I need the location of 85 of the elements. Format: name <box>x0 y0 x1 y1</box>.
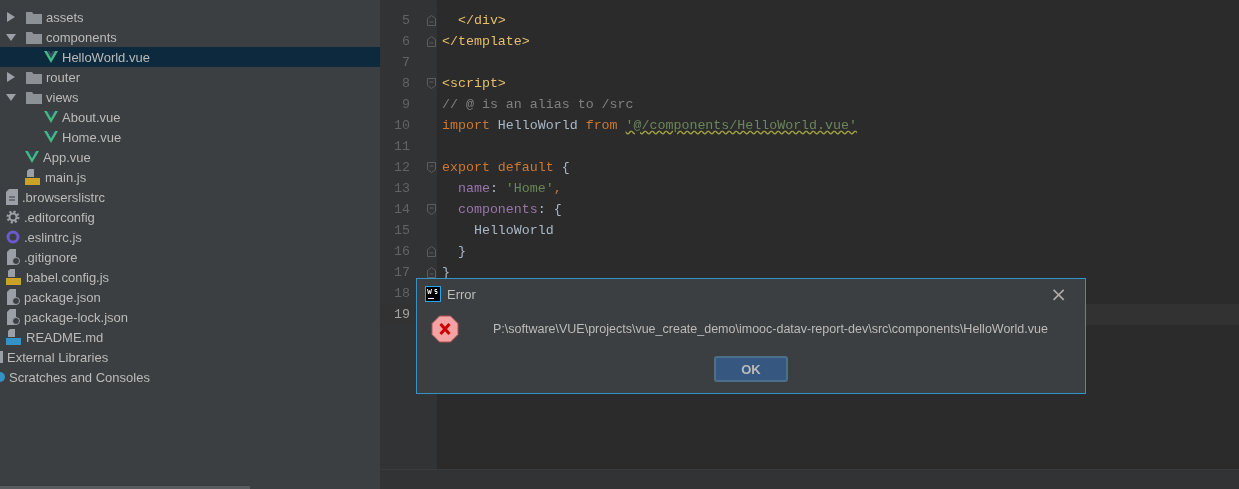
v-logo-icon <box>44 131 58 143</box>
code-line: export default { <box>442 160 570 175</box>
tree-item[interactable]: Scratches and Consoles <box>0 367 380 387</box>
v-logo-icon <box>44 111 58 123</box>
tree-item[interactable]: .gitignore <box>0 247 380 267</box>
tree-item[interactable]: main.js <box>0 167 380 187</box>
file-name: .editorconfig <box>24 209 95 225</box>
tree-node-name: Scratches and Consoles <box>9 369 150 385</box>
file-name: package-lock.json <box>24 309 129 325</box>
file-name: router <box>46 69 80 85</box>
json-file-icon <box>6 289 20 305</box>
scratch-icon <box>0 372 5 382</box>
tree-item[interactable]: App.vue <box>0 147 380 167</box>
file-name: Home.vue <box>62 129 122 145</box>
tree-item[interactable]: Home.vue <box>0 127 380 147</box>
file-name: About.vue <box>62 109 121 125</box>
code-line: // @ is an alias to /src <box>442 97 634 112</box>
error-icon <box>431 315 459 343</box>
js-file-icon <box>25 169 41 185</box>
tree-item[interactable]: router <box>0 67 380 87</box>
tree-node-name: External Libraries <box>7 349 109 365</box>
text-file-icon <box>6 189 18 205</box>
folder-icon <box>26 30 42 44</box>
file-name: components <box>46 29 117 45</box>
code-line: <script> <box>442 76 506 91</box>
ok-button[interactable]: OK <box>714 356 788 382</box>
file-name: .gitignore <box>24 249 78 265</box>
code-line: } <box>456 244 466 259</box>
tree-item[interactable]: views <box>0 87 380 107</box>
fold-icon[interactable] <box>427 267 436 278</box>
tree-item[interactable]: assets <box>0 7 380 27</box>
file-name: HelloWorld.vue <box>62 49 150 65</box>
code-line: components: { <box>456 202 562 217</box>
tree-item[interactable]: package-lock.json <box>0 307 380 327</box>
v-logo-icon <box>44 51 58 63</box>
file-name: package.json <box>24 289 101 305</box>
chevron-icon[interactable] <box>6 92 16 102</box>
file-name: babel.config.js <box>26 269 110 285</box>
folder-icon <box>26 90 42 104</box>
file-name: .browserslistrc <box>22 189 106 205</box>
fold-icon[interactable] <box>427 78 436 89</box>
fold-icon[interactable] <box>427 162 436 173</box>
folder-icon <box>26 10 42 24</box>
dialog-title: Error <box>447 286 476 302</box>
fold-icon[interactable] <box>427 246 436 257</box>
code-line: import HelloWorld from '@/components/HelloWorld.vue' <box>442 118 857 133</box>
file-name: main.js <box>45 169 87 185</box>
code-line: name: 'Home', <box>456 181 562 196</box>
js-file-icon <box>6 269 22 285</box>
file-name: .eslintrc.js <box>24 229 82 245</box>
markdown-file-icon <box>6 329 22 345</box>
file-name: assets <box>46 9 84 25</box>
ws-logo-icon <box>425 286 441 302</box>
tree-item[interactable]: HelloWorld.vue <box>0 47 380 67</box>
tree-item[interactable]: README.md <box>0 327 380 347</box>
library-icon <box>0 351 3 363</box>
gear-icon <box>6 210 20 224</box>
fold-icon[interactable] <box>427 204 436 215</box>
code-line: </template> <box>442 34 530 49</box>
blocked-file-icon <box>6 249 20 265</box>
folder-icon <box>26 70 42 84</box>
line-number: 19 <box>393 307 410 322</box>
fold-icon[interactable] <box>427 36 436 47</box>
file-name: views <box>46 89 79 105</box>
tree-item[interactable]: .eslintrc.js <box>0 227 380 247</box>
v-logo-icon <box>25 151 39 163</box>
json-file-icon <box>6 309 20 325</box>
close-button[interactable]: × <box>1040 284 1077 304</box>
tree-item[interactable]: About.vue <box>0 107 380 127</box>
error-message: P:\software\VUE\projects\vue_create_demo\imooc-datav-report-dev\src\components\HelloWorld.vue <box>493 322 1048 336</box>
code-line: HelloWorld <box>472 223 554 238</box>
tree-item[interactable]: components <box>0 27 380 47</box>
tree-item[interactable]: .editorconfig <box>0 207 380 227</box>
chevron-icon[interactable] <box>6 12 16 22</box>
chevron-icon[interactable] <box>6 72 16 82</box>
ring-icon <box>6 230 20 244</box>
code-line: </div> <box>456 13 506 28</box>
chevron-icon[interactable] <box>6 32 16 42</box>
tree-item[interactable]: babel.config.js <box>0 267 380 287</box>
tree-item[interactable]: package.json <box>0 287 380 307</box>
file-name: App.vue <box>43 149 91 165</box>
tree-item[interactable]: External Libraries <box>0 347 380 367</box>
fold-icon[interactable] <box>427 15 436 26</box>
file-name: README.md <box>26 329 104 345</box>
tree-item[interactable]: .browserslistrc <box>0 187 380 207</box>
